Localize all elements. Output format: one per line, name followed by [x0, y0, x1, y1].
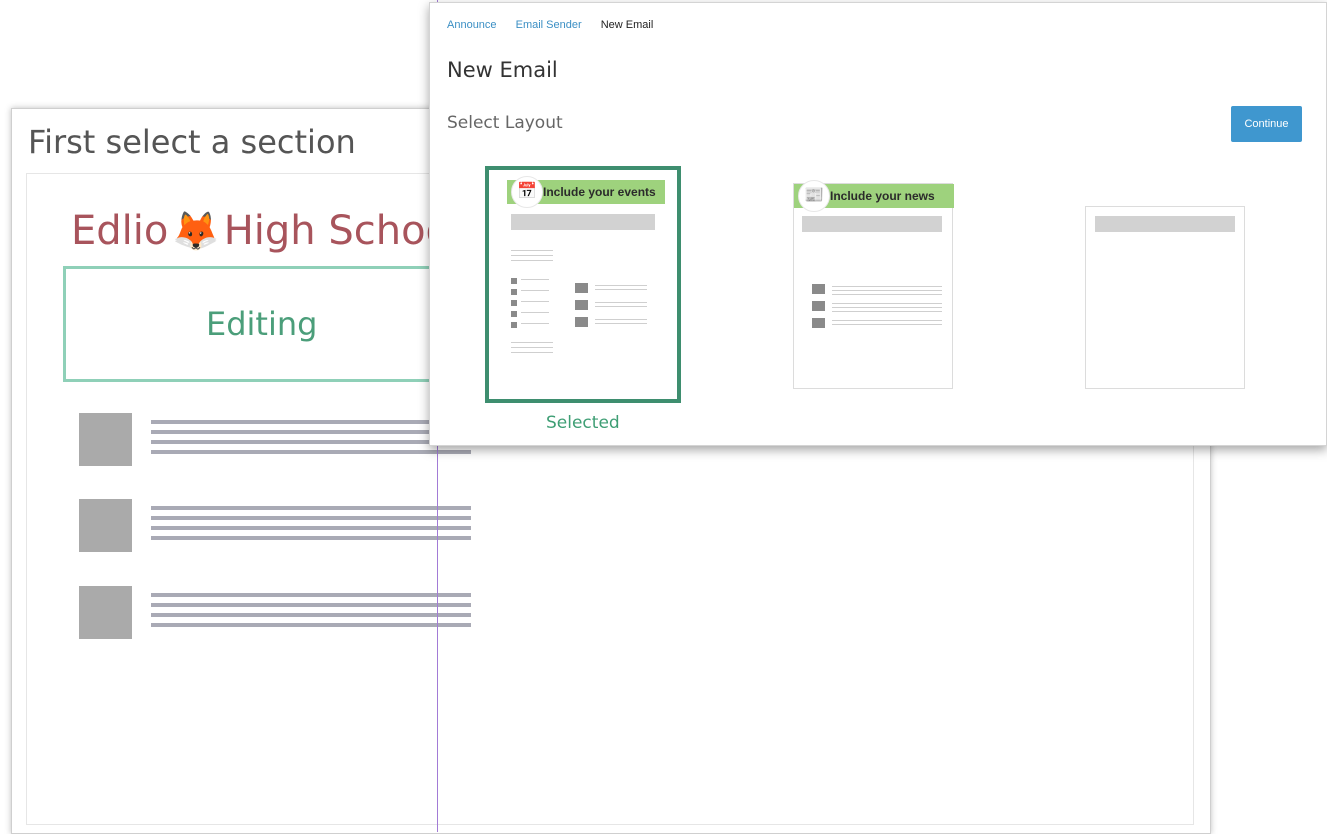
preview-text-line	[832, 311, 942, 312]
mascot-logo-icon: 🦊	[172, 209, 220, 253]
layout-card-events[interactable]: 📅 Include your events	[485, 166, 681, 403]
preview-thumb	[511, 322, 517, 328]
section-editor-title: First select a section	[28, 123, 356, 161]
breadcrumb-new-email: New Email	[600, 19, 654, 31]
row-text-line	[151, 450, 471, 454]
page-title: New Email	[447, 58, 558, 82]
layout-banner-label: Include your events	[543, 185, 656, 199]
preview-text-line	[832, 294, 942, 295]
row-text-line	[151, 536, 471, 540]
preview-thumb	[575, 283, 588, 293]
layout-card-news[interactable]: 📰 Include your news	[793, 180, 954, 389]
preview-thumb	[511, 289, 517, 295]
editing-label: Editing	[206, 305, 318, 343]
layout-header-block	[511, 214, 655, 230]
preview-thumb	[575, 300, 588, 310]
preview-text-line	[511, 260, 553, 261]
calendar-icon: 📅	[511, 176, 543, 208]
preview-text-line	[521, 290, 549, 291]
school-name-part1: Edlio	[71, 208, 169, 254]
preview-text-line	[521, 323, 549, 324]
row-text-line	[151, 603, 471, 607]
layout-header-block	[1095, 216, 1235, 232]
row-text-line	[151, 440, 471, 444]
preview-text-line	[832, 286, 942, 287]
preview-text-line	[511, 352, 553, 353]
preview-text-line	[595, 302, 647, 303]
preview-thumb	[511, 300, 517, 306]
preview-text-line	[521, 312, 549, 313]
row-text-line	[151, 430, 471, 434]
continue-button[interactable]: Continue	[1231, 106, 1302, 142]
row-text-line	[151, 516, 471, 520]
breadcrumb: Announce Email Sender New Email	[447, 19, 669, 31]
newspaper-icon: 📰	[798, 180, 830, 212]
preview-text-line	[595, 285, 647, 286]
preview-thumb	[812, 301, 825, 311]
school-name: Edlio 🦊 High Schoo	[71, 208, 450, 254]
preview-text-line	[832, 290, 942, 291]
preview-text-line	[595, 289, 647, 290]
preview-text-line	[511, 347, 553, 348]
layout-card-blank[interactable]	[1085, 206, 1245, 389]
preview-text-line	[832, 320, 942, 321]
layout-banner: 📰 Include your news	[794, 180, 954, 212]
row-thumbnail	[79, 499, 132, 552]
preview-thumb	[511, 311, 517, 317]
preview-thumb	[812, 318, 825, 328]
preview-text-line	[595, 323, 647, 324]
preview-thumb	[575, 317, 588, 327]
preview-text-line	[511, 250, 553, 251]
preview-text-line	[832, 303, 942, 304]
layout-banner-label: Include your news	[830, 189, 935, 203]
preview-text-line	[521, 279, 549, 280]
row-text-line	[151, 593, 471, 597]
breadcrumb-email-sender[interactable]: Email Sender	[516, 19, 582, 31]
breadcrumb-announce[interactable]: Announce	[447, 19, 497, 31]
preview-thumb	[511, 278, 517, 284]
row-text-line	[151, 526, 471, 530]
preview-text-line	[521, 301, 549, 302]
preview-text-line	[832, 324, 942, 325]
layout-header-block	[802, 216, 942, 232]
row-text-line	[151, 506, 471, 510]
preview-text-line	[832, 307, 942, 308]
layout-banner: 📅 Include your events	[507, 176, 665, 208]
preview-text-line	[511, 255, 553, 256]
row-thumbnail	[79, 586, 132, 639]
preview-text-line	[595, 319, 647, 320]
row-thumbnail	[79, 413, 132, 466]
preview-thumb	[812, 284, 825, 294]
preview-text-line	[595, 306, 647, 307]
row-text-line	[151, 613, 471, 617]
selected-caption: Selected	[546, 413, 620, 433]
select-layout-label: Select Layout	[447, 113, 563, 133]
row-text-line	[151, 420, 471, 424]
preview-text-line	[511, 342, 553, 343]
new-email-modal: Announce Email Sender New Email New Emai…	[429, 2, 1327, 446]
school-name-part2: High Schoo	[223, 208, 451, 254]
row-text-line	[151, 623, 471, 627]
